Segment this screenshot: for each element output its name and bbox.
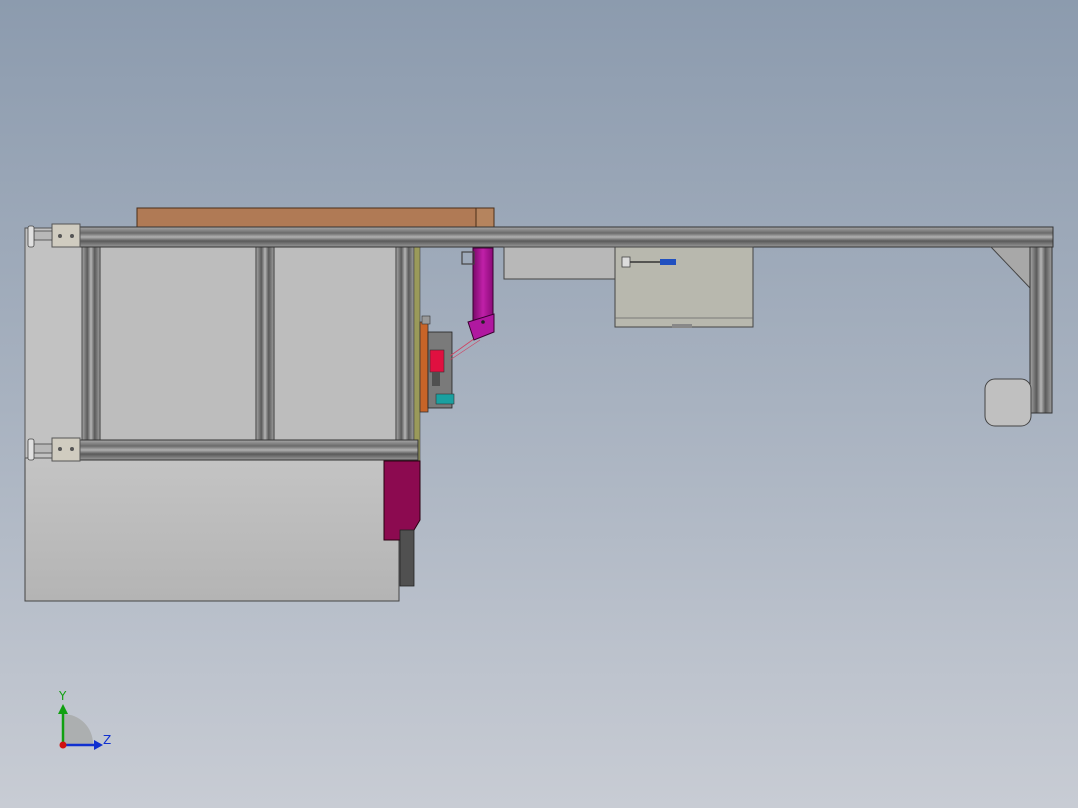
- left-side-panel[interactable]: [24, 227, 84, 459]
- frame-post-3[interactable]: [395, 243, 415, 443]
- view-triad: [58, 704, 103, 750]
- frame-post-2[interactable]: [255, 243, 275, 443]
- assembly-drawing[interactable]: Y Z: [0, 0, 1078, 808]
- triad-y-label: Y: [58, 689, 67, 703]
- cad-viewport[interactable]: Y Z: [0, 0, 1078, 808]
- frame-panel-left[interactable]: [99, 245, 257, 441]
- frame-post-1[interactable]: [81, 243, 101, 443]
- lower-housing-panel[interactable]: [24, 454, 400, 602]
- control-cabinet[interactable]: [614, 246, 754, 328]
- frame-panel-right[interactable]: [273, 245, 397, 441]
- sensor-housing[interactable]: [503, 246, 621, 280]
- corner-gusset[interactable]: [989, 246, 1031, 290]
- right-end-cap[interactable]: [984, 378, 1032, 427]
- wood-board-end[interactable]: [475, 207, 495, 228]
- wood-board[interactable]: [136, 207, 477, 228]
- triad-z-label: Z: [103, 733, 111, 747]
- magenta-arm[interactable]: [461, 247, 495, 341]
- frame-post-olive[interactable]: [413, 245, 421, 463]
- top-beam[interactable]: [79, 226, 1054, 248]
- bottom-beam[interactable]: [79, 439, 419, 461]
- right-post[interactable]: [1029, 246, 1053, 414]
